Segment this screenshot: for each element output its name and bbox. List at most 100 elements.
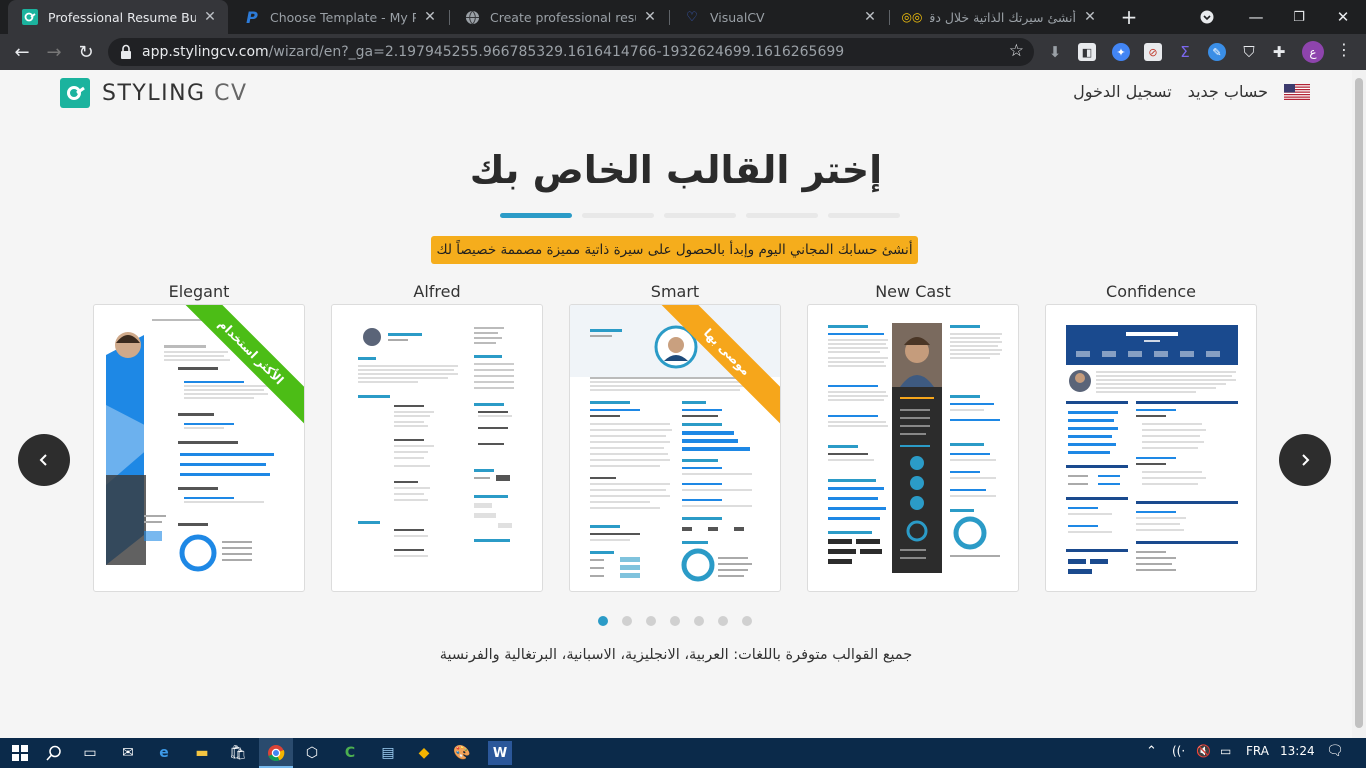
close-window-icon[interactable]: ✕ [1328,0,1358,34]
progress-step-active [500,213,572,218]
lock-icon [121,44,131,59]
tab-arabic-cv[interactable]: ◎◎ أنشئ سيرتك الذاتية خلال دقيقتـ ✕ [890,0,1108,34]
carousel-dot[interactable] [718,616,728,626]
extension-puzzle-box-icon[interactable]: ◧ [1078,43,1096,61]
bookmark-star-icon[interactable]: ☆ [1009,41,1024,61]
signup-banner[interactable]: أنشئ حسابك المجاني اليوم وإبدأ بالحصول ع… [431,236,918,264]
3d-viewer-icon[interactable]: ⬡ [300,741,324,765]
browser-menu-icon[interactable]: ⋮ [1334,40,1354,59]
tab-title: VisualCV [710,9,765,25]
progress-step [746,213,818,218]
shield-extension-icon[interactable]: ⛉ [1240,43,1258,61]
carousel-dot-active[interactable] [598,616,608,626]
template-alfred[interactable]: Alfred [331,282,543,592]
tab-create-professional-resumes[interactable]: Create professional resumes ✕ [450,0,668,34]
globe-icon [464,9,480,25]
us-flag-icon[interactable] [1284,83,1310,100]
edge-browser-icon[interactable]: e [152,741,176,765]
new-account-link[interactable]: حساب جديد [1188,82,1268,101]
close-tab-icon[interactable]: ✕ [202,9,218,25]
template-confidence[interactable]: Confidence [1045,282,1257,592]
chrome-icon[interactable] [264,741,288,765]
template-name: Alfred [413,282,461,301]
minimize-window-icon[interactable]: — [1241,0,1271,34]
tray-chevron-icon[interactable]: ⌃ [1146,744,1157,759]
page-content: STYLING CV تسجيل الدخول حساب جديد إختر ا… [0,70,1352,738]
close-tab-icon[interactable]: ✕ [1082,9,1098,25]
blocked-extension-icon[interactable]: ⊘ [1144,43,1162,61]
extensions-puzzle-icon[interactable]: ✚ [1270,43,1288,61]
drive-icon[interactable]: ◆ [412,741,436,765]
tab-professional-resume-builder[interactable]: Professional Resume Builder ✕ [8,0,228,34]
chevron-right-icon [1302,454,1310,466]
search-icon[interactable] [42,741,66,765]
carousel-dot[interactable] [694,616,704,626]
clock-time[interactable]: 13:24 [1280,744,1315,758]
feather-extension-icon[interactable]: ✎ [1208,43,1226,61]
p-favicon-icon: P [246,7,258,27]
store-icon[interactable]: 🛍 [226,741,250,765]
carousel-next-button[interactable] [1279,434,1331,486]
glasses-icon: ◎◎ [901,10,923,24]
tab-choose-template[interactable]: P Choose Template - My Perfect ✕ [230,0,448,34]
new-tab-icon[interactable]: + [1116,0,1142,34]
input-language[interactable]: FRA [1246,744,1269,758]
close-tab-icon[interactable]: ✕ [642,9,658,25]
site-logo[interactable]: STYLING CV [60,78,248,108]
template-preview-new-cast[interactable] [807,304,1019,592]
profile-avatar[interactable]: ع [1302,41,1324,63]
top-navigation: تسجيل الدخول حساب جديد [1073,82,1310,101]
tab-search-icon[interactable] [1196,0,1218,34]
restore-window-icon[interactable]: ❐ [1284,0,1314,34]
mail-icon[interactable]: ✉ [116,741,140,765]
scrollbar-thumb[interactable] [1355,78,1363,728]
elegant-resume-preview [106,319,274,572]
network-icon[interactable]: ((· [1172,744,1185,758]
carousel-dot[interactable] [670,616,680,626]
sigma-extension-icon[interactable]: Σ [1176,43,1194,61]
template-preview-elegant[interactable]: الأكثر استخدام [93,304,305,592]
page-scrollbar[interactable] [1352,70,1366,738]
template-elegant[interactable]: Elegant الأكثر استخدام [93,282,305,592]
volume-muted-icon[interactable]: 🔇 [1196,744,1211,758]
windows-start-icon[interactable] [8,741,32,765]
template-name: New Cast [875,282,951,301]
address-bar[interactable]: app.stylingcv.com/wizard/en?_ga=2.197945… [108,38,1034,66]
task-view-icon[interactable]: ▭ [78,741,102,765]
template-name: Confidence [1106,282,1196,301]
template-preview-smart[interactable]: موصى بها [569,304,781,592]
camtasia-icon[interactable]: C [338,741,362,765]
close-tab-icon[interactable]: ✕ [422,9,438,25]
reload-icon[interactable]: ↻ [74,40,98,64]
template-new-cast[interactable]: New Cast [807,282,1019,592]
template-preview-alfred[interactable] [331,304,543,592]
close-tab-icon[interactable]: ✕ [862,9,878,25]
compass-extension-icon[interactable]: ✦ [1112,43,1130,61]
login-link[interactable]: تسجيل الدخول [1073,82,1172,101]
tab-visualcv[interactable]: ♡ VisualCV ✕ [670,0,888,34]
carousel-dot[interactable] [646,616,656,626]
tab-title: Create professional resumes [490,9,636,25]
logo-text: STYLING CV [102,81,248,106]
back-arrow-icon[interactable]: ← [10,40,34,64]
carousel-dot[interactable] [742,616,752,626]
notifications-icon[interactable]: 🗨 [1326,743,1344,759]
carousel-dot[interactable] [622,616,632,626]
paint-icon[interactable]: 🎨 [450,741,474,765]
forward-arrow-icon[interactable]: → [42,40,66,64]
download-extension-icon[interactable]: ⬇ [1046,43,1064,61]
template-preview-confidence[interactable] [1045,304,1257,592]
template-name: Smart [650,282,700,301]
word-icon[interactable]: W [488,741,512,765]
new-cast-resume-preview [828,323,1002,573]
power-icon[interactable]: ▭ [1220,744,1231,758]
tab-title: Professional Resume Builder [48,9,196,25]
notes-icon[interactable]: ▤ [376,741,400,765]
url-host: app.stylingcv.com [142,44,269,60]
wizard-progress [500,213,900,218]
carousel-prev-button[interactable] [18,434,70,486]
visualcv-favicon-icon: ♡ [686,9,698,25]
template-name: Elegant [168,282,230,301]
file-explorer-icon[interactable]: ▬ [190,741,214,765]
template-smart[interactable]: Smart موصى بها [569,282,781,592]
